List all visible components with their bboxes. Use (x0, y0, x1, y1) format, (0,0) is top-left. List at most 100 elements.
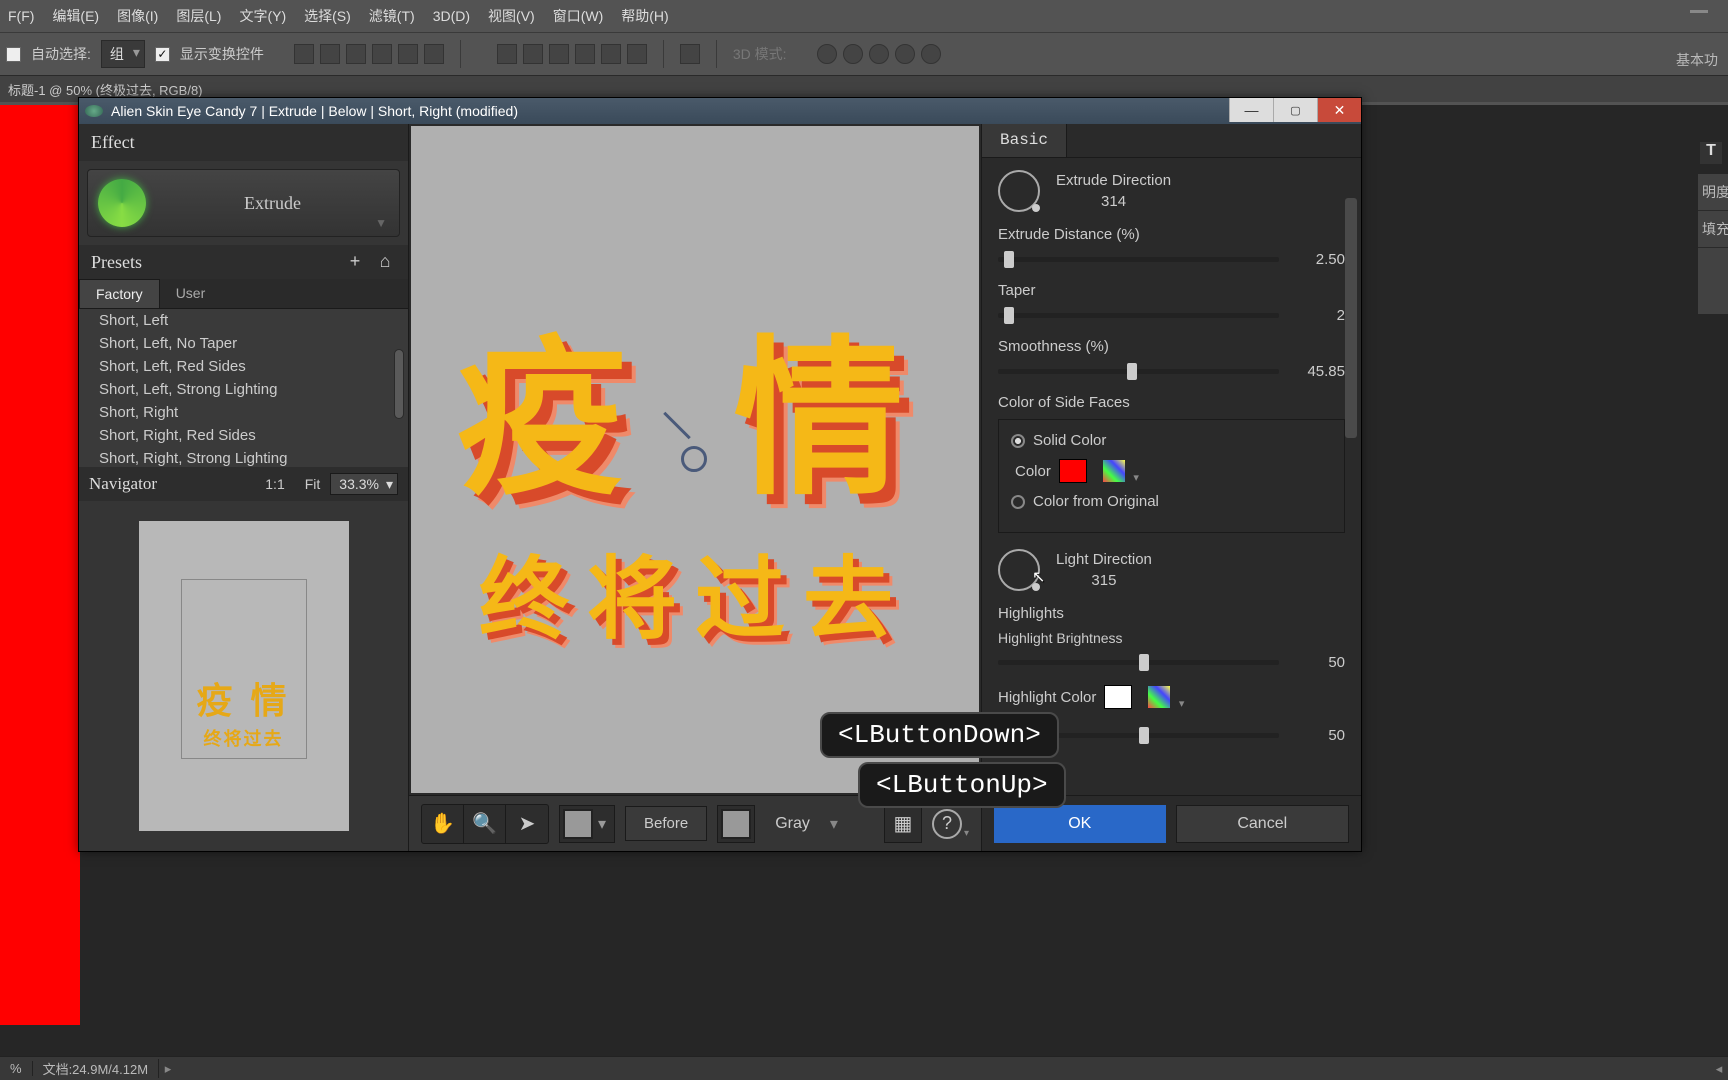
dist-2-icon[interactable] (523, 44, 543, 64)
navigator-panel[interactable]: 疫 情 终将过去 (79, 501, 408, 851)
dist-6-icon[interactable] (627, 44, 647, 64)
misc-icon[interactable] (680, 44, 700, 64)
tab-basic[interactable]: Basic (982, 124, 1067, 157)
highlight-color-swatch[interactable] (1104, 685, 1132, 709)
zoom-dropdown[interactable]: 33.3% (330, 473, 398, 495)
light-direction-dial[interactable]: ↖ (998, 549, 1040, 591)
roll-icon[interactable] (843, 44, 863, 64)
extrude-direction-value[interactable]: 314 (1056, 193, 1171, 210)
effect-selector[interactable]: Extrude ▼ (87, 169, 400, 237)
preset-item[interactable]: Short, Right, Red Sides (79, 424, 408, 447)
menu-filter[interactable]: 滤镜(T) (369, 6, 415, 26)
pan-icon[interactable] (869, 44, 889, 64)
tab-user[interactable]: User (160, 279, 222, 308)
align-vcenter-icon[interactable] (320, 44, 340, 64)
help-button[interactable]: ? (932, 809, 969, 839)
preset-item[interactable]: Short, Left, Strong Lighting (79, 378, 408, 401)
highlight-brightness-value[interactable]: 50 (1289, 654, 1345, 671)
menu-view[interactable]: 视图(V) (488, 6, 535, 26)
preview-canvas[interactable]: 疫 情 终将过去 (411, 126, 979, 793)
side-color-swatch[interactable] (1059, 459, 1087, 483)
bg-swatch-2[interactable] (717, 805, 755, 843)
status-zoom[interactable]: % (0, 1061, 33, 1076)
status-arrow-left[interactable]: ▸ (159, 1061, 177, 1077)
menu-type[interactable]: 文字(Y) (239, 6, 286, 26)
menu-window[interactable]: 窗口(W) (553, 6, 604, 26)
menu-3d[interactable]: 3D(D) (433, 8, 470, 24)
dist-5-icon[interactable] (601, 44, 621, 64)
zoom-1to1[interactable]: 1:1 (265, 476, 284, 492)
color-picker-icon[interactable] (1103, 460, 1125, 482)
extrude-distance-slider[interactable] (998, 257, 1279, 262)
dialog-maximize-button[interactable] (1273, 98, 1317, 122)
orbit-icon[interactable] (817, 44, 837, 64)
dist-3-icon[interactable] (549, 44, 569, 64)
event-lbuttondown: <LButtonDown> (820, 712, 1059, 758)
before-button[interactable]: Before (625, 806, 707, 841)
direction-handle[interactable] (681, 446, 707, 472)
dialog-close-button[interactable] (1317, 98, 1361, 122)
zoom-fit[interactable]: Fit (305, 476, 321, 492)
radio-color-original[interactable] (1011, 495, 1025, 509)
preset-item[interactable]: Short, Right, Strong Lighting (79, 447, 408, 467)
menu-select[interactable]: 选择(S) (304, 6, 351, 26)
preset-item[interactable]: Short, Left, Red Sides (79, 355, 408, 378)
highlight-color-picker-icon[interactable] (1148, 686, 1170, 708)
align-bottom-icon[interactable] (346, 44, 366, 64)
dialog-minimize-button[interactable] (1229, 98, 1273, 122)
dist-1-icon[interactable] (497, 44, 517, 64)
taper-slider[interactable] (998, 313, 1279, 318)
slide-icon[interactable] (895, 44, 915, 64)
add-preset-button[interactable]: + (344, 251, 366, 273)
ok-button[interactable]: OK (994, 805, 1166, 843)
light-direction-value[interactable]: 315 (1056, 572, 1152, 589)
preset-item[interactable]: Short, Right (79, 401, 408, 424)
radio-solid-color[interactable] (1011, 434, 1025, 448)
preset-item[interactable]: Short, Left, No Taper (79, 332, 408, 355)
extrude-distance-value[interactable]: 2.50 (1289, 251, 1345, 268)
dist-4-icon[interactable] (575, 44, 595, 64)
workspace-label[interactable]: 基本功 (1676, 50, 1718, 70)
type-tool-icon[interactable]: T (1700, 142, 1722, 164)
align-right-icon[interactable] (424, 44, 444, 64)
align-top-icon[interactable] (294, 44, 314, 64)
menu-file[interactable]: F(F) (8, 8, 34, 24)
align-hcenter-icon[interactable] (398, 44, 418, 64)
chevron-down-icon: ▼ (375, 216, 387, 230)
align-left-icon[interactable] (372, 44, 392, 64)
pointer-tool[interactable]: ➤ (506, 805, 548, 843)
highlight-size-value[interactable]: 50 (1289, 727, 1345, 744)
tab-factory[interactable]: Factory (79, 279, 160, 308)
bg-swatch-1[interactable]: ▾ (559, 805, 615, 843)
dialog-titlebar[interactable]: Alien Skin Eye Candy 7 | Extrude | Below… (79, 98, 1361, 124)
extrude-direction-dial[interactable] (998, 170, 1040, 212)
hand-tool[interactable]: ✋ (422, 805, 464, 843)
settings-scrollbar[interactable] (1345, 198, 1357, 438)
color-label: Color (1015, 463, 1051, 480)
preset-item[interactable]: Short, Left (79, 309, 408, 332)
split-view-icon[interactable]: ▦ (884, 805, 922, 843)
highlight-brightness-slider[interactable] (998, 660, 1279, 665)
navigator-thumbnail[interactable]: 疫 情 终将过去 (139, 521, 349, 831)
zoom-tool[interactable]: 🔍 (464, 805, 506, 843)
navigator-viewbox[interactable]: 疫 情 终将过去 (181, 579, 307, 759)
home-preset-button[interactable]: ⌂ (374, 251, 396, 273)
menu-edit[interactable]: 编辑(E) (52, 6, 99, 26)
cancel-button[interactable]: Cancel (1176, 805, 1350, 843)
menu-layer[interactable]: 图层(L) (176, 6, 221, 26)
status-docsize[interactable]: 文档:24.9M/4.12M (33, 1059, 160, 1078)
autoselect-dropdown[interactable]: 组 (101, 40, 145, 68)
taper-value[interactable]: 2 (1289, 307, 1345, 324)
presets-header: Presets + ⌂ (79, 245, 408, 279)
autoselect-checkbox[interactable] (6, 47, 21, 62)
status-arrow-right[interactable]: ◂ (1710, 1061, 1728, 1077)
preset-scrollbar[interactable] (394, 349, 404, 419)
preset-list[interactable]: Short, Left Short, Left, No Taper Short,… (79, 309, 408, 467)
smoothness-value[interactable]: 45.85 (1289, 363, 1345, 380)
minimize-icon[interactable] (1690, 10, 1708, 13)
zoom-icon[interactable] (921, 44, 941, 64)
show-transform-checkbox[interactable] (155, 47, 170, 62)
menu-image[interactable]: 图像(I) (117, 6, 158, 26)
menu-help[interactable]: 帮助(H) (621, 6, 668, 26)
smoothness-slider[interactable] (998, 369, 1279, 374)
